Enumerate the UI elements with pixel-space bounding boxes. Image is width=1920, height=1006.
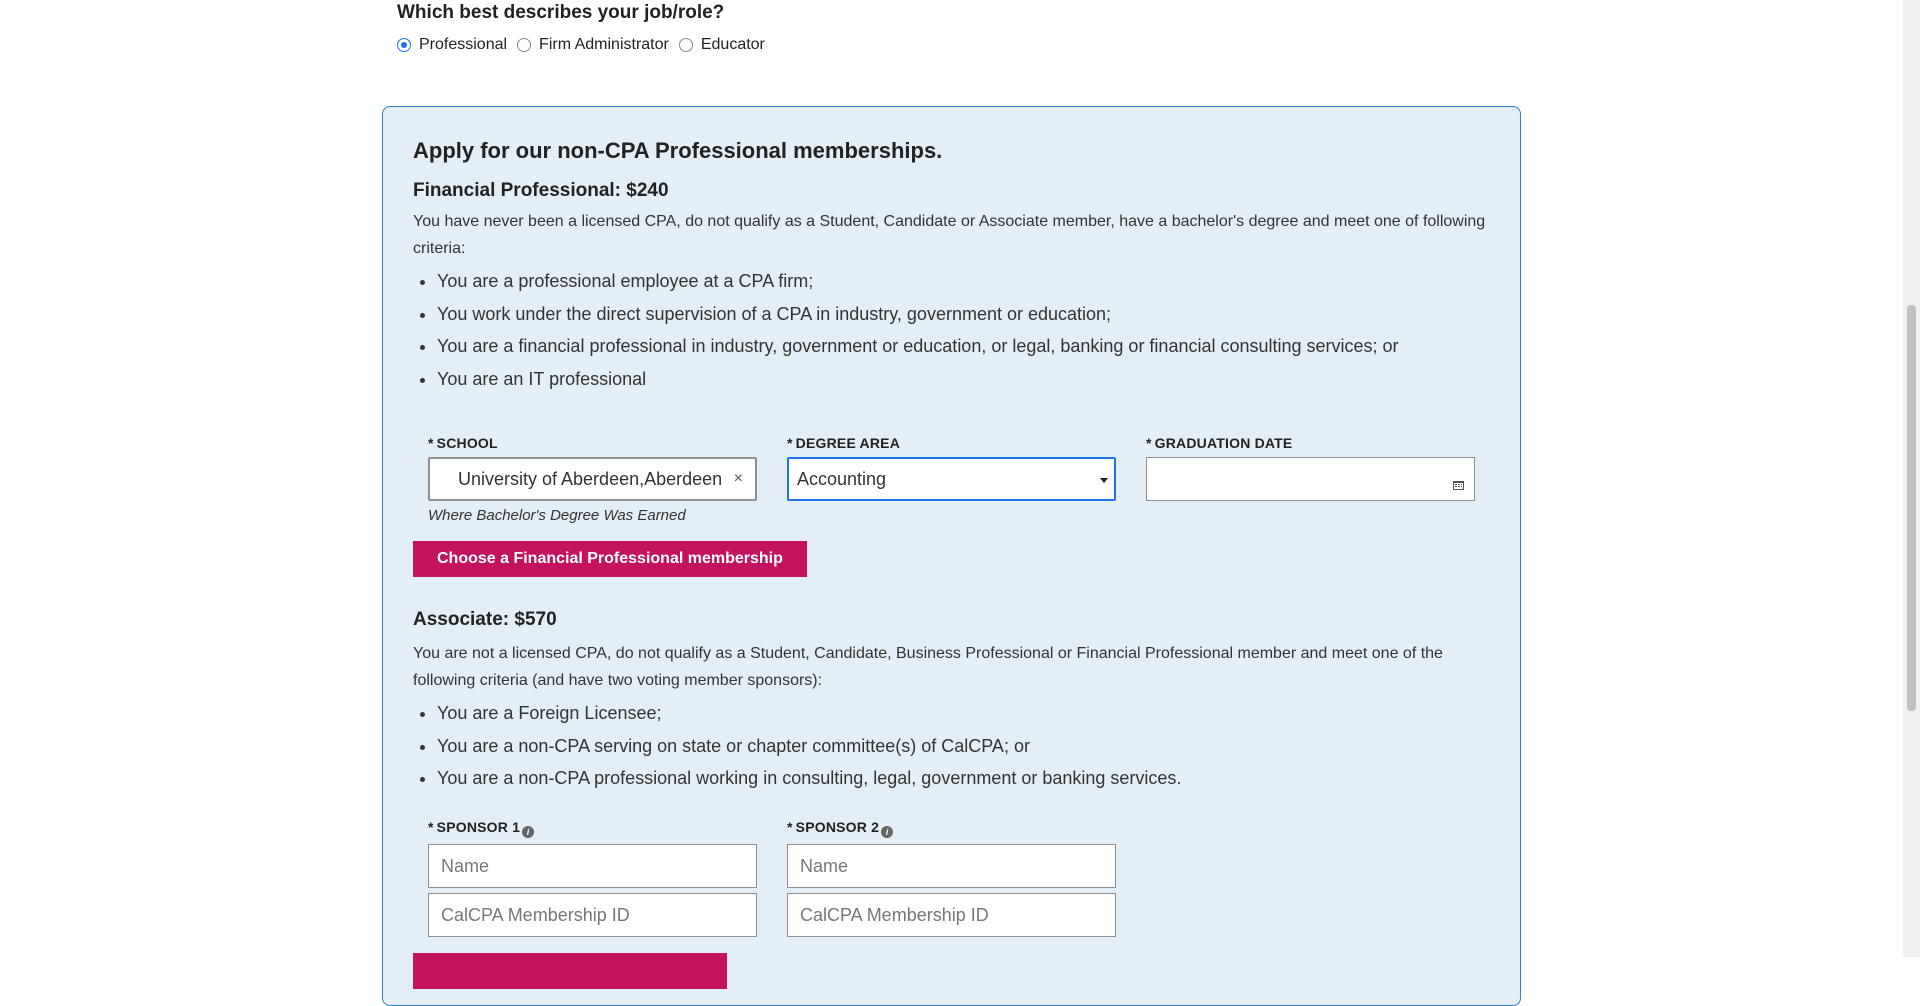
school-label: * SCHOOL (428, 435, 498, 451)
calendar-icon[interactable] (1453, 480, 1464, 490)
list-item: You are a Foreign Licensee; (437, 697, 1517, 730)
radio-professional[interactable]: Professional (397, 36, 507, 54)
school-value: University of Aberdeen,Aberdeen (458, 468, 723, 489)
financial-professional-title: Financial Professional: $240 (413, 180, 669, 201)
radio-firm-administrator[interactable]: Firm Administrator (517, 36, 669, 54)
radio-professional-circle[interactable] (397, 38, 411, 52)
info-icon[interactable]: i (522, 826, 535, 838)
sponsor1-field: * SPONSOR 1i (428, 819, 757, 937)
associate-description: You are not a licensed CPA, do not quali… (413, 645, 1443, 689)
school-field: * SCHOOL University of Aberdeen,Aberdeen … (428, 435, 757, 524)
caret-down-icon (1100, 478, 1108, 483)
membership-panel: Apply for our non-CPA Professional membe… (382, 106, 1521, 1006)
radio-educator-label: Educator (700, 36, 765, 53)
financial-criteria-list: You are a professional employee at a CPA… (413, 265, 1517, 395)
graduation-date-field: * GRADUATION DATE (1146, 435, 1475, 501)
list-item: You are a non-CPA serving on state or ch… (437, 730, 1517, 763)
scrollbar-thumb[interactable] (1907, 305, 1916, 711)
associate-criteria-list: You are a Foreign Licensee; You are a no… (413, 697, 1517, 795)
school-input[interactable]: University of Aberdeen,Aberdeen × (428, 457, 757, 501)
job-role-question: Which best describes your job/role? Prof… (397, 0, 1297, 54)
degree-area-select[interactable]: Accounting (787, 457, 1116, 501)
sponsor1-label: * SPONSOR 1i (428, 819, 757, 838)
panel-heading: Apply for our non-CPA Professional membe… (413, 138, 943, 163)
degree-area-value: Accounting (797, 468, 887, 489)
list-item: You are a professional employee at a CPA… (437, 265, 1517, 298)
sponsor2-field: * SPONSOR 2i (787, 819, 1116, 937)
membership-panel-content: Apply for our non-CPA Professional membe… (413, 137, 1493, 989)
degree-area-label: * DEGREE AREA (787, 435, 901, 451)
sponsor1-membership-id-input[interactable] (428, 893, 757, 937)
list-item: You are a non-CPA professional working i… (437, 762, 1517, 795)
financial-professional-description: You have never been a licensed CPA, do n… (413, 213, 1486, 257)
choose-financial-professional-button[interactable]: Choose a Financial Professional membersh… (413, 541, 807, 577)
school-hint: Where Bachelor's Degree Was Earned (428, 507, 686, 524)
sponsor1-name-input[interactable] (428, 844, 757, 888)
sponsor2-name-input[interactable] (787, 844, 1116, 888)
info-icon[interactable]: i (881, 826, 894, 838)
degree-area-field: * DEGREE AREA Accounting (787, 435, 1116, 501)
job-role-radio-group: Professional Firm Administrator Educator (397, 36, 1297, 54)
choose-associate-button[interactable] (413, 953, 727, 989)
radio-professional-label: Professional (419, 36, 508, 53)
associate-title: Associate: $570 (413, 609, 557, 630)
graduation-date-input[interactable] (1146, 457, 1475, 501)
radio-educator-circle[interactable] (678, 38, 693, 52)
job-role-heading: Which best describes your job/role? (397, 2, 725, 23)
page-scrollbar[interactable] (1903, 0, 1920, 957)
clear-icon[interactable]: × (734, 470, 743, 488)
graduation-date-label: * GRADUATION DATE (1146, 435, 1293, 451)
list-item: You are an IT professional (437, 363, 1517, 396)
radio-firm-administrator-circle[interactable] (517, 38, 532, 52)
list-item: You are a financial professional in indu… (437, 330, 1517, 363)
radio-firm-administrator-label: Firm Administrator (539, 36, 669, 53)
list-item: You work under the direct supervision of… (437, 298, 1517, 331)
radio-educator[interactable]: Educator (678, 36, 765, 54)
sponsor2-label: * SPONSOR 2i (787, 819, 1116, 838)
sponsor2-membership-id-input[interactable] (787, 893, 1116, 937)
